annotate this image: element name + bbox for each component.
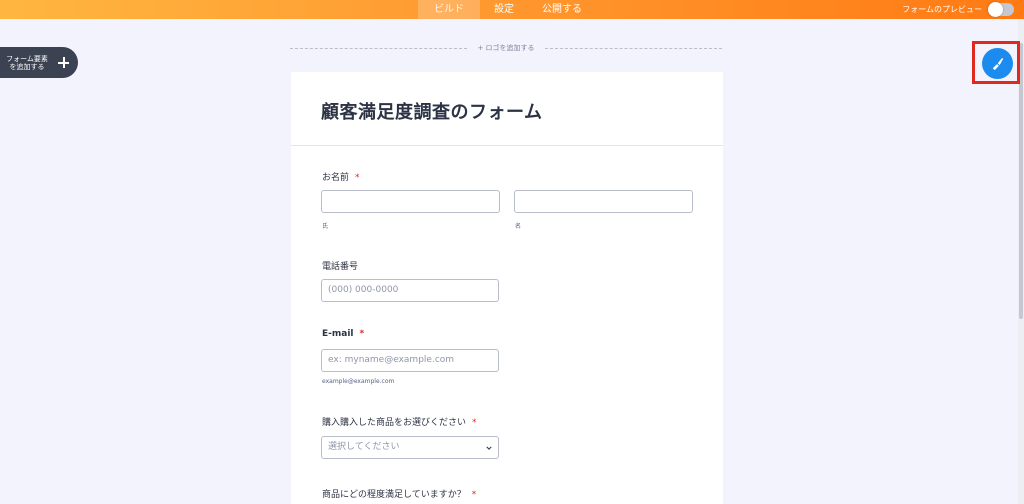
email-input[interactable]: ex: myname@example.com bbox=[321, 349, 499, 372]
tab-settings[interactable]: 設定 bbox=[480, 0, 528, 19]
last-name-input[interactable] bbox=[514, 190, 693, 213]
form-card: 顧客満足度調査のフォーム お名前 * 氏 名 電話番号 (000) 000-000… bbox=[291, 72, 723, 504]
required-mark: * bbox=[471, 490, 477, 500]
required-mark: * bbox=[472, 418, 477, 428]
last-name-sublabel: 名 bbox=[515, 223, 522, 230]
tab-publish[interactable]: 公開する bbox=[528, 0, 596, 19]
product-label-text: 購入購入した商品をお選びください bbox=[322, 418, 467, 428]
required-mark: * bbox=[355, 173, 360, 183]
builder-tabs: ビルド 設定 公開する bbox=[418, 0, 596, 19]
product-select-value: 選択してください bbox=[328, 442, 400, 452]
first-name-sublabel: 氏 bbox=[322, 223, 329, 230]
satisfaction-label-text: 商品にどの程度満足していますか？ bbox=[322, 490, 466, 500]
email-sublabel: example@example.com bbox=[322, 378, 395, 385]
add-logo-area: + ロゴを追加する bbox=[290, 42, 722, 54]
name-field-label: お名前 * bbox=[322, 170, 360, 183]
form-preview-control: フォームのプレビュー bbox=[902, 0, 1014, 19]
top-bar: ビルド 設定 公開する フォームのプレビュー bbox=[0, 0, 1024, 19]
name-label-text: お名前 bbox=[322, 173, 350, 183]
form-preview-label: フォームのプレビュー bbox=[902, 5, 982, 14]
tab-build[interactable]: ビルド bbox=[418, 0, 480, 19]
add-logo-link[interactable]: + ロゴを追加する bbox=[467, 43, 544, 53]
satisfaction-field-label: 商品にどの程度満足していますか？ * bbox=[322, 487, 476, 500]
required-mark: * bbox=[359, 329, 365, 339]
toggle-knob bbox=[988, 2, 1003, 17]
divider bbox=[290, 47, 468, 49]
email-label-text: E-mail bbox=[322, 329, 354, 339]
email-field-label: E-mail * bbox=[322, 329, 364, 339]
add-form-element-button[interactable]: フォーム要素を追加する bbox=[0, 47, 78, 78]
first-name-input[interactable] bbox=[321, 190, 500, 213]
product-field-label: 購入購入した商品をお選びください * bbox=[322, 415, 477, 428]
paint-brush-icon bbox=[992, 58, 1004, 71]
plus-icon bbox=[58, 57, 69, 68]
chevron-down-icon bbox=[486, 446, 492, 450]
phone-input[interactable]: (000) 000-0000 bbox=[321, 279, 499, 302]
phone-field-label: 電話番号 bbox=[322, 262, 359, 272]
form-preview-toggle[interactable] bbox=[988, 2, 1014, 17]
divider bbox=[544, 47, 722, 49]
form-header: 顧客満足度調査のフォーム bbox=[291, 72, 723, 146]
product-select[interactable]: 選択してください bbox=[321, 436, 499, 459]
form-designer-button[interactable] bbox=[982, 48, 1013, 79]
add-form-element-label: フォーム要素を追加する bbox=[6, 54, 48, 71]
scrollbar-thumb[interactable] bbox=[1019, 43, 1023, 319]
form-title[interactable]: 顧客満足度調査のフォーム bbox=[321, 98, 542, 124]
page-scrollbar[interactable] bbox=[1018, 19, 1024, 504]
